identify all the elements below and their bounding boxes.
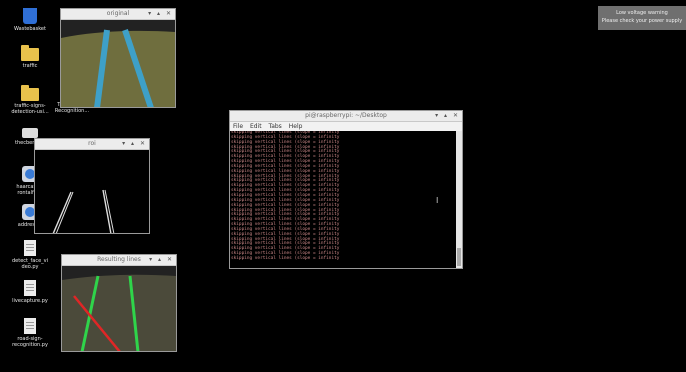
camera-feed-original xyxy=(61,20,175,107)
window-controls[interactable]: ▾ ▴ ✕ xyxy=(435,111,460,121)
window-controls[interactable]: ▾ ▴ ✕ xyxy=(122,139,147,149)
low-voltage-notification[interactable]: Low voltage warning Please check your po… xyxy=(598,6,686,30)
terminal-scrollbar[interactable] xyxy=(456,131,462,268)
text-cursor-icon: I xyxy=(436,196,439,205)
menu-edit[interactable]: Edit xyxy=(250,123,262,130)
notification-message: Please check your power supply xyxy=(601,18,683,24)
desktop-icon-road-sign-recognition[interactable]: road-sign-recognition.py xyxy=(5,318,55,348)
desktop-icon-livecapture[interactable]: livecapture.py xyxy=(5,280,55,304)
window-title: pi@raspberrypi: ~/Desktop xyxy=(305,112,387,119)
folder-icon xyxy=(21,45,39,61)
terminal-window[interactable]: pi@raspberrypi: ~/Desktop ▾ ▴ ✕ File Edi… xyxy=(229,110,463,269)
desktop-icon-label: road-sign-recognition.py xyxy=(12,336,48,348)
window-title: Resulting lines xyxy=(97,256,141,263)
desktop-icon-label: Wastebasket xyxy=(14,26,46,32)
menu-help[interactable]: Help xyxy=(289,123,303,130)
window-titlebar[interactable]: roi ▾ ▴ ✕ xyxy=(35,139,149,150)
window-roi[interactable]: roi ▾ ▴ ✕ xyxy=(34,138,150,234)
folder-icon xyxy=(21,85,39,101)
terminal-output[interactable]: skipping vertical lines (slope = infinit… xyxy=(230,131,456,268)
window-resulting-lines[interactable]: Resulting lines ▾ ▴ ✕ xyxy=(61,254,177,352)
edge-image xyxy=(35,150,149,233)
window-controls[interactable]: ▾ ▴ ✕ xyxy=(149,255,174,265)
desktop-icon-traffic[interactable]: traffic xyxy=(5,45,55,69)
document-icon xyxy=(24,240,36,256)
window-title: original xyxy=(106,10,130,17)
window-titlebar[interactable]: pi@raspberrypi: ~/Desktop ▾ ▴ ✕ xyxy=(230,111,462,122)
road-image xyxy=(61,20,175,107)
menu-file[interactable]: File xyxy=(233,123,243,130)
window-titlebar[interactable]: original ▾ ▴ ✕ xyxy=(61,9,175,20)
desktop-icon-label: detect_face_vi deo.py xyxy=(12,258,48,270)
desktop-icon-wastebasket[interactable]: Wastebasket xyxy=(5,8,55,32)
window-original[interactable]: original ▾ ▴ ✕ xyxy=(60,8,176,108)
desktop-icon-label: livecapture.py xyxy=(12,298,48,304)
desktop-icon-detect-face-video[interactable]: detect_face_vi deo.py xyxy=(5,240,55,270)
terminal-line: skipping vertical lines (slope = infinit… xyxy=(231,255,340,261)
document-icon xyxy=(24,318,36,334)
camera-feed-roi xyxy=(35,150,149,233)
window-titlebar[interactable]: Resulting lines ▾ ▴ ✕ xyxy=(62,255,176,266)
notification-title: Low voltage warning xyxy=(616,10,668,16)
menu-tabs[interactable]: Tabs xyxy=(269,123,282,130)
lanes-overlay-image xyxy=(62,266,176,351)
scrollbar-thumb[interactable] xyxy=(457,248,461,266)
document-icon xyxy=(24,280,36,296)
drive-icon xyxy=(22,128,38,138)
window-title: roi xyxy=(88,140,96,147)
desktop-icon-label: traffic xyxy=(22,63,38,69)
window-controls[interactable]: ▾ ▴ ✕ xyxy=(148,9,173,19)
trash-icon xyxy=(23,8,37,24)
camera-feed-resulting xyxy=(62,266,176,351)
